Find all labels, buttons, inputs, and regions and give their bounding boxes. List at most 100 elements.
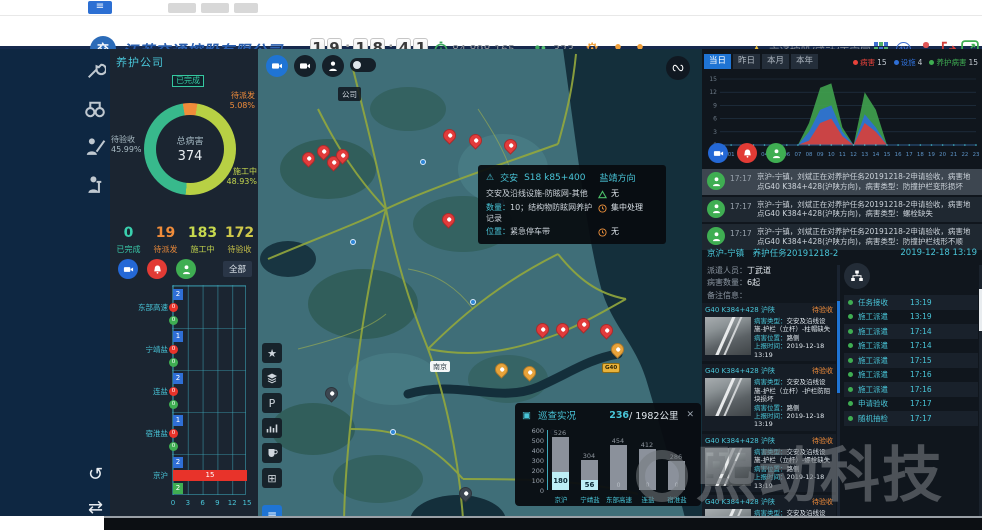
camera-dark-button[interactable] bbox=[294, 55, 316, 77]
svg-text:6: 6 bbox=[713, 116, 717, 123]
bar-病害: 15 bbox=[173, 470, 247, 481]
filter-all-button[interactable]: 全部 bbox=[223, 261, 252, 277]
card-title: G40 K384+428 沪陕 bbox=[705, 305, 775, 315]
task-title-bar[interactable]: 京沪-宁镇 养护任务20191218-2 2019-12-18 13:19 bbox=[702, 245, 982, 260]
close-icon[interactable]: ✕ bbox=[686, 410, 694, 420]
step-label: 申请验收 bbox=[858, 398, 910, 409]
worker-button[interactable] bbox=[322, 55, 344, 77]
tab-当日[interactable]: 当日 bbox=[704, 54, 731, 69]
tab-昨日[interactable]: 昨日 bbox=[733, 54, 760, 69]
company-filter-chip[interactable]: 公司 bbox=[338, 87, 361, 101]
step-label: 施工派遣 bbox=[858, 384, 910, 395]
disease-card[interactable]: G40 K384+428 沪陕 待验收 病害类型：交安及沿线设施-护栏（立杆）-… bbox=[702, 434, 836, 492]
grid-icon[interactable]: ⊞ bbox=[262, 468, 282, 488]
timeline-step[interactable]: 随机抽检 17:17 bbox=[844, 411, 978, 426]
toolbar-chip[interactable] bbox=[234, 3, 258, 13]
road-event-dot[interactable] bbox=[420, 159, 426, 165]
road-event-dot[interactable] bbox=[390, 429, 396, 435]
taskbar-strip bbox=[104, 516, 982, 530]
layer-toggle[interactable] bbox=[350, 58, 376, 72]
patrol-done-segment: 180 bbox=[552, 472, 569, 490]
legend-item: 设施4 bbox=[894, 57, 923, 68]
timeline-step[interactable]: 施工派遣 13:19 bbox=[844, 310, 978, 325]
patrol-title: ▣ 巡查实况 bbox=[522, 408, 576, 422]
chart-legend: 病害15设施4养护病害15 bbox=[853, 57, 978, 68]
card-status-badge: 待验收 bbox=[812, 497, 833, 507]
timeline-step[interactable]: 申请验收 17:17 bbox=[844, 397, 978, 412]
wrench-icon[interactable] bbox=[84, 60, 106, 82]
callout-working: 施工中 48.93% bbox=[226, 167, 257, 187]
star-icon[interactable]: ★ bbox=[262, 343, 282, 363]
timeline-step[interactable]: 施工派遣 17:16 bbox=[844, 368, 978, 383]
route-loop-button[interactable] bbox=[666, 56, 690, 80]
tab-本年[interactable]: 本年 bbox=[791, 54, 818, 69]
stat-已完成: 0已完成 bbox=[110, 225, 147, 255]
toolbar-chip[interactable] bbox=[201, 3, 229, 13]
disease-card-list: G40 K384+428 沪陕 待验收 病害类型：交安及沿线设施-护栏（立杆）-… bbox=[702, 303, 836, 530]
left-rail: ↺ ⇄ bbox=[0, 49, 110, 516]
timeline-step[interactable]: 任务接收 13:19 bbox=[844, 295, 978, 310]
facility-filter-icon[interactable] bbox=[708, 143, 728, 163]
pick-worker-icon[interactable] bbox=[84, 136, 106, 158]
bar-total-label: 286 bbox=[661, 453, 691, 461]
city-label: 南京 bbox=[430, 361, 450, 372]
worker-icon bbox=[707, 227, 725, 245]
card-photo[interactable] bbox=[705, 378, 751, 416]
patrol-panel: ▣ 巡查实况 236 / 1982公里 ✕ 600500400300200100… bbox=[515, 403, 701, 506]
disease-card[interactable]: G40 K384+428 沪陕 待验收 病害类型：交安及沿线设施-护栏（立杆）-… bbox=[702, 364, 836, 431]
map-toolbar: ★ P ⊞ bbox=[262, 343, 282, 488]
tab-本月[interactable]: 本月 bbox=[762, 54, 789, 69]
bar-zero-病害: 0 bbox=[169, 387, 178, 396]
bar-category-label: 宁靖盐 bbox=[110, 344, 168, 355]
swap-icon[interactable]: ⇄ bbox=[88, 497, 103, 518]
worker-filter-icon[interactable] bbox=[766, 143, 786, 163]
shovel-worker-icon[interactable] bbox=[84, 174, 106, 196]
stat-待验收: 172待验收 bbox=[221, 225, 258, 255]
card-photo[interactable] bbox=[705, 448, 751, 486]
bar-zero-病害: 0 bbox=[169, 345, 178, 354]
cards-scrollbar[interactable] bbox=[837, 265, 840, 530]
bar-category-label: 连盐 bbox=[110, 386, 168, 397]
step-dot bbox=[848, 372, 853, 377]
timeline-step[interactable]: 施工派遣 17:15 bbox=[844, 353, 978, 368]
bar-category-label: 京沪 bbox=[110, 470, 168, 481]
worker-filter-icon[interactable] bbox=[176, 259, 196, 279]
camera-blue-button[interactable] bbox=[266, 55, 288, 77]
timeline-step[interactable]: 施工派遣 17:16 bbox=[844, 382, 978, 397]
binoculars-icon[interactable] bbox=[84, 98, 106, 120]
stat-待派发: 19待派发 bbox=[147, 225, 184, 255]
road-event-dot[interactable] bbox=[470, 299, 476, 305]
undo-icon[interactable]: ↺ bbox=[88, 464, 103, 485]
road-event-dot[interactable] bbox=[350, 239, 356, 245]
timeline-step[interactable]: 施工派遣 17:14 bbox=[844, 339, 978, 354]
step-label: 施工派遣 bbox=[858, 340, 910, 351]
layers-icon[interactable] bbox=[262, 368, 282, 388]
menu-hamburger-icon[interactable]: ≡ bbox=[88, 1, 112, 14]
step-time: 17:17 bbox=[910, 414, 932, 423]
facility-filter-icon[interactable] bbox=[118, 259, 138, 279]
callout-accept: 待验收 45.99% bbox=[111, 135, 142, 155]
task-title: 京沪-宁镇 养护任务20191218-2 bbox=[707, 247, 838, 259]
notification-text: 京沪-宁镇，刘斌正在对养护任务20191218-2申请验收，病害地点G40 K3… bbox=[757, 227, 977, 247]
bar-total-label: 526 bbox=[545, 429, 575, 437]
disease-filter-icon[interactable] bbox=[737, 143, 757, 163]
notification-item[interactable]: 17:17 京沪-宁镇，刘斌正在对养护任务20191218-2申请验收，病害地点… bbox=[702, 197, 982, 223]
cup-icon[interactable] bbox=[262, 443, 282, 463]
y-tick: 500 bbox=[522, 437, 544, 445]
step-dot bbox=[848, 343, 853, 348]
parking-icon[interactable]: P bbox=[262, 393, 282, 413]
bar-设施: 2 bbox=[173, 457, 183, 468]
disease-card[interactable]: G40 K384+428 沪陕 待验收 病害类型：交安及沿线设施-护栏（立杆）-… bbox=[702, 303, 836, 361]
step-time: 17:16 bbox=[910, 385, 932, 394]
disease-filter-icon[interactable] bbox=[147, 259, 167, 279]
timeline-step[interactable]: 施工派遣 17:14 bbox=[844, 324, 978, 339]
step-label: 施工派遣 bbox=[858, 369, 910, 380]
org-tree-icon[interactable] bbox=[844, 263, 870, 289]
bar-zero-养护: 0 bbox=[169, 358, 178, 367]
chart-icon[interactable] bbox=[262, 418, 282, 438]
worker-icon bbox=[707, 200, 725, 218]
notification-item[interactable]: 17:17 京沪-宁镇，刘斌正在对养护任务20191218-2申请验收，病害地点… bbox=[702, 169, 982, 195]
bar-category-label: 宿淮盐 bbox=[110, 428, 168, 439]
toolbar-chip[interactable] bbox=[168, 3, 196, 13]
card-photo[interactable] bbox=[705, 317, 751, 355]
